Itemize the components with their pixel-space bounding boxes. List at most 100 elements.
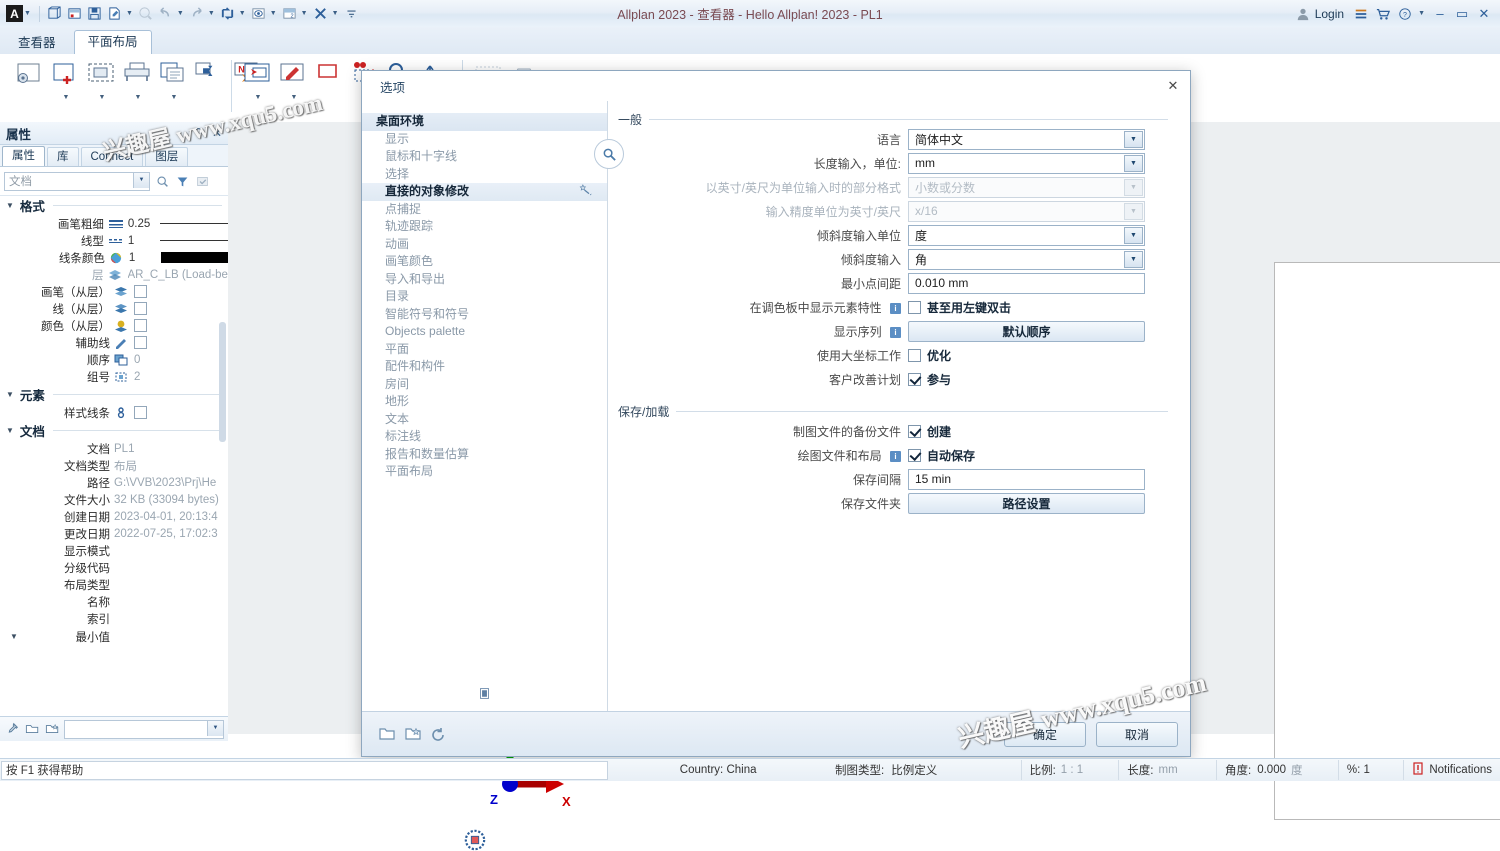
- chevron-down-icon[interactable]: ▼: [6, 426, 14, 435]
- tab-viewer[interactable]: 查看器: [4, 31, 70, 54]
- chevron-down-icon[interactable]: ▼: [99, 94, 106, 101]
- palette-section-document[interactable]: ▼ 文档: [0, 421, 228, 440]
- nav-item-animation[interactable]: 动画: [362, 236, 607, 254]
- checkbox[interactable]: [134, 406, 147, 419]
- nav-item-desktop-env[interactable]: 桌面环境: [362, 113, 607, 131]
- create-backup-checkbox-wrap[interactable]: 创建: [908, 423, 951, 440]
- property-row[interactable]: 布局类型: [0, 576, 228, 593]
- info-icon[interactable]: i: [890, 450, 901, 462]
- status-notifications[interactable]: Notifications: [1404, 760, 1500, 780]
- open-favorite-icon[interactable]: [374, 722, 400, 746]
- open-folder-icon[interactable]: [24, 721, 40, 737]
- chevron-down-icon[interactable]: ▼: [255, 94, 262, 101]
- nav-item-layout[interactable]: 平面布局: [362, 463, 607, 481]
- pin-icon[interactable]: ⚲: [194, 126, 203, 140]
- show-props-checkbox-wrap[interactable]: 甚至用左键双击: [908, 299, 1011, 316]
- nav-item-import-export[interactable]: 导入和导出: [362, 271, 607, 289]
- view-navigator-icon[interactable]: [464, 829, 486, 851]
- cancel-button[interactable]: 取消: [1096, 721, 1178, 747]
- min-point-distance-input[interactable]: 0.010 mm: [908, 272, 1145, 294]
- length-unit-combo[interactable]: mm ▼: [908, 152, 1145, 174]
- nav-item-track-tracing[interactable]: 轨迹跟踪: [362, 218, 607, 236]
- info-icon[interactable]: i: [890, 302, 901, 314]
- property-row[interactable]: 文档类型 布局: [0, 457, 228, 474]
- filter-icon[interactable]: [174, 173, 190, 189]
- property-row[interactable]: 辅助线: [0, 334, 228, 351]
- palette-tab-properties[interactable]: 属性: [2, 146, 45, 166]
- export-layout-button[interactable]: [192, 57, 228, 109]
- property-row[interactable]: 样式线条: [0, 404, 228, 421]
- optimize-checkbox[interactable]: [908, 348, 921, 362]
- path-settings-button[interactable]: 路径设置: [908, 492, 1145, 514]
- property-row[interactable]: 顺序 0: [0, 351, 228, 368]
- dialog-nav-list[interactable]: 桌面环境 显示 鼠标和十字线 选择 直接的对象修改 点捕捉 轨迹跟踪 动画 画笔…: [362, 101, 608, 711]
- default-order-button[interactable]: 默认顺序: [908, 320, 1145, 342]
- property-row[interactable]: 分级代码: [0, 559, 228, 576]
- slope-input-combo[interactable]: 角 ▼: [908, 248, 1145, 270]
- show-props-checkbox[interactable]: [908, 300, 921, 314]
- checkbox[interactable]: [134, 302, 147, 315]
- property-row[interactable]: 颜色（从层）: [0, 317, 228, 334]
- nav-item-reports-quantities[interactable]: 报告和数量估算: [362, 446, 607, 464]
- palette-tab-layers[interactable]: 图层: [145, 147, 189, 166]
- apply-icon[interactable]: [194, 173, 210, 189]
- nav-item-objects-palette[interactable]: Objects palette: [362, 323, 607, 341]
- chevron-down-icon[interactable]: ▼: [291, 94, 298, 101]
- nav-item-selection[interactable]: 选择: [362, 166, 607, 184]
- autosave-checkbox[interactable]: [908, 448, 921, 462]
- nav-item-planes[interactable]: 平面: [362, 341, 607, 359]
- property-row[interactable]: 画笔（从层）: [0, 283, 228, 300]
- palette-tab-connect[interactable]: Connect: [80, 147, 144, 166]
- checkbox[interactable]: [134, 319, 147, 332]
- plotter-button[interactable]: ▼: [120, 57, 156, 109]
- property-row[interactable]: ▼ 最小值: [0, 627, 228, 646]
- nav-item-display[interactable]: 显示: [362, 131, 607, 149]
- favorite-folder-icon[interactable]: [44, 721, 60, 737]
- chevron-down-icon[interactable]: ▼: [6, 390, 14, 399]
- layout-frame-button[interactable]: ▼: [84, 57, 120, 109]
- language-combo[interactable]: 简体中文 ▼: [908, 128, 1145, 150]
- checkbox[interactable]: [134, 336, 147, 349]
- reset-icon[interactable]: [426, 722, 452, 746]
- crop-element-button[interactable]: [312, 57, 348, 109]
- chevron-down-icon[interactable]: ▼: [10, 632, 18, 641]
- nav-item-text[interactable]: 文本: [362, 411, 607, 429]
- palette-section-format[interactable]: ▼ 格式: [0, 196, 228, 215]
- property-row[interactable]: 组号 2: [0, 368, 228, 385]
- optimize-checkbox-wrap[interactable]: 优化: [908, 347, 951, 364]
- property-row[interactable]: 文档 PL1: [0, 440, 228, 457]
- nav-item-rooms[interactable]: 房间: [362, 376, 607, 394]
- palette-scrollbar[interactable]: [219, 322, 226, 442]
- property-row[interactable]: 创建日期 2023-04-01, 20:13:4: [0, 508, 228, 525]
- property-row[interactable]: 线型 1: [0, 232, 228, 249]
- status-angle-value[interactable]: 0.000: [1257, 764, 1286, 776]
- nav-item-point-snap[interactable]: 点捕捉: [362, 201, 607, 219]
- eyedropper-icon[interactable]: [4, 721, 20, 737]
- nav-item-terrain[interactable]: 地形: [362, 393, 607, 411]
- search-icon[interactable]: [154, 173, 170, 189]
- nav-item-directories[interactable]: 目录: [362, 288, 607, 306]
- options-dialog[interactable]: 选项 ✕ 桌面环境 显示 鼠标和十字线 选择 直接的对象修改 点捕捉 轨迹跟踪 …: [361, 70, 1191, 757]
- status-scale-value[interactable]: 1 : 1: [1061, 764, 1083, 776]
- property-row[interactable]: 文件大小 32 KB (33094 bytes): [0, 491, 228, 508]
- autosave-checkbox-wrap[interactable]: 自动保存: [908, 447, 975, 464]
- chevron-down-icon[interactable]: ▼: [135, 94, 142, 101]
- ok-button[interactable]: 确定: [1004, 721, 1086, 747]
- chevron-down-icon[interactable]: ▼: [6, 201, 14, 210]
- nav-item-dimension-lines[interactable]: 标注线: [362, 428, 607, 446]
- create-backup-checkbox[interactable]: [908, 424, 921, 438]
- nav-item-direct-object-modification[interactable]: 直接的对象修改: [362, 183, 607, 201]
- property-row[interactable]: 层 AR_C_LB (Load-bea: [0, 266, 228, 283]
- property-row[interactable]: 路径 G:\VVB\2023\Prj\He: [0, 474, 228, 491]
- property-row[interactable]: 显示模式: [0, 542, 228, 559]
- search-icon[interactable]: [594, 139, 624, 169]
- property-row[interactable]: 线条颜色 1: [0, 249, 228, 266]
- info-icon[interactable]: i: [890, 326, 901, 338]
- chevron-down-icon[interactable]: ▼: [1124, 250, 1143, 268]
- chevron-down-icon[interactable]: ▼: [1124, 226, 1143, 244]
- chevron-down-icon[interactable]: ▼: [133, 172, 149, 188]
- nav-item-smart-symbols[interactable]: 智能符号和符号: [362, 306, 607, 324]
- save-interval-input[interactable]: 15 min: [908, 468, 1145, 490]
- palette-body[interactable]: ▼ 格式 画笔粗细 0.25 线型 1 线条颜色 1 层 AR_C_LB (Lo…: [0, 196, 228, 716]
- chevron-down-icon[interactable]: ▼: [1124, 154, 1143, 172]
